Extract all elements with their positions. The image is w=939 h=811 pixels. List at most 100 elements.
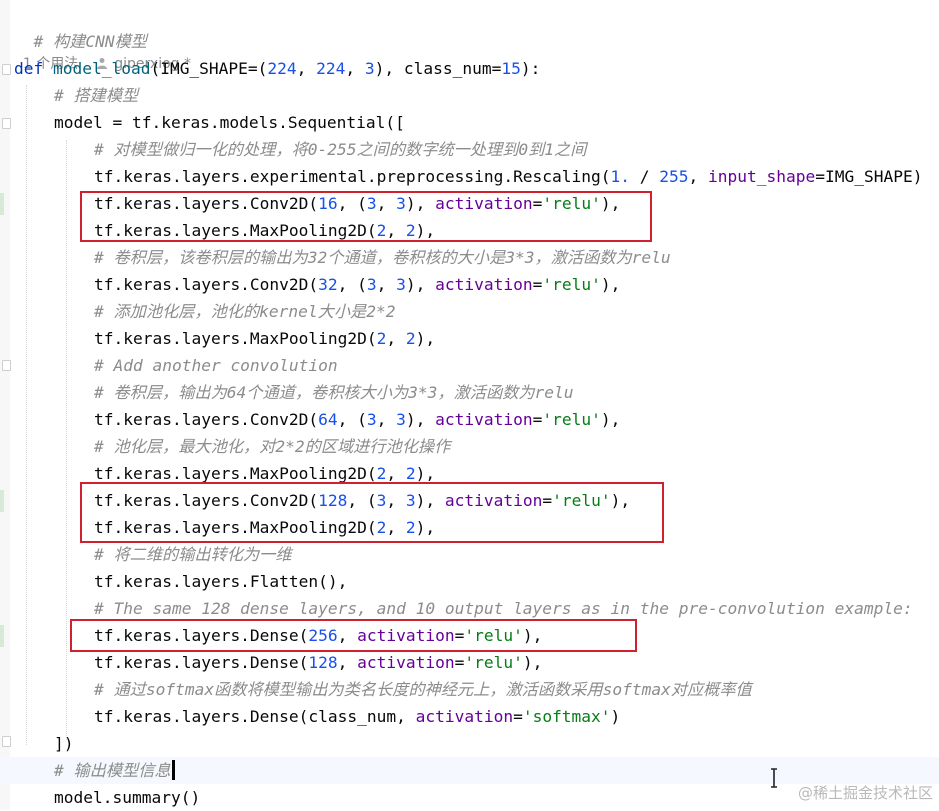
indent-guide: [66, 140, 68, 740]
code-token: /: [630, 167, 660, 186]
kwarg-token: activation: [415, 707, 514, 726]
number-token: 64: [318, 410, 338, 429]
code-token: ),: [405, 410, 436, 429]
code-token: ,: [376, 410, 397, 429]
highlight-box-dense256: [70, 619, 637, 652]
code-text[interactable]: tf.keras.layers.Conv2D(64, (3, 3), activ…: [94, 406, 620, 433]
code-text[interactable]: # 将二维的输出转化为一维: [94, 541, 292, 568]
code-text[interactable]: tf.keras.layers.Conv2D(32, (3, 3), activ…: [94, 271, 620, 298]
comment-token: # Add another convolution: [94, 356, 338, 375]
number-token: 3: [364, 59, 375, 78]
code-vision-usage[interactable]: 1 个用法 giperxiog *: [14, 31, 191, 72]
code-token: ), class_num=: [374, 59, 502, 78]
number-token: 128: [308, 653, 338, 672]
fold-marker-icon[interactable]: [2, 360, 11, 371]
code-token: ),: [415, 464, 436, 483]
kwarg-token: activation: [357, 653, 455, 672]
code-text[interactable]: tf.keras.layers.Flatten(),: [94, 568, 347, 595]
code-text[interactable]: tf.keras.layers.Dense(128, activation='r…: [94, 649, 542, 676]
code-token: ),: [600, 275, 621, 294]
text-cursor-icon: [771, 768, 777, 788]
number-token: 2: [376, 329, 387, 348]
code-token: model.summary(): [54, 788, 201, 807]
code-token: ): [610, 707, 621, 726]
code-token: tf.keras.layers.experimental.preprocessi…: [94, 167, 611, 186]
code-token: tf.keras.layers.Flatten(),: [94, 572, 348, 591]
header-comment: # 构建CNN模型: [14, 1, 147, 51]
change-marker: [0, 625, 4, 647]
number-token: 2: [405, 464, 416, 483]
code-text[interactable]: # 对模型做归一化的处理，将0-255之间的数字统一处理到0到1之间: [94, 136, 586, 163]
kwarg-token: activation: [435, 275, 533, 294]
text-caret: [171, 760, 175, 780]
code-token: =IMG_SHAPE): [815, 167, 923, 186]
code-token: ,: [345, 59, 365, 78]
number-token: 3: [396, 275, 406, 294]
code-text[interactable]: # The same 128 dense layers, and 10 outp…: [94, 595, 913, 622]
fold-marker-icon[interactable]: [2, 64, 11, 75]
code-text[interactable]: # 卷积层，该卷积层的输出为32个通道，卷积核的大小是3*3，激活函数为relu: [94, 244, 671, 271]
number-token: 32: [318, 275, 338, 294]
comment-token: # 搭建模型: [54, 86, 139, 105]
code-text[interactable]: def model_load(IMG_SHAPE=(224, 224, 3), …: [14, 55, 540, 82]
code-token: (IMG_SHAPE=(: [150, 59, 268, 78]
code-token: ):: [520, 59, 541, 78]
change-marker: [0, 193, 4, 215]
comment-line[interactable]: # 输出模型信息: [0, 757, 939, 784]
code-token: model = tf.keras.models.Sequential([: [54, 113, 405, 132]
comment-token: # 池化层，最大池化，对2*2的区域进行池化操作: [94, 437, 451, 456]
comment-token: # 将二维的输出转化为一维: [94, 545, 292, 564]
string-token: 'relu': [464, 653, 523, 672]
code-token: tf.keras.layers.Conv2D(: [94, 275, 319, 294]
code-token: tf.keras.layers.Dense(: [94, 653, 309, 672]
code-text[interactable]: tf.keras.layers.Dense(class_num, activat…: [94, 703, 620, 730]
change-marker: [0, 490, 4, 512]
code-text[interactable]: tf.keras.layers.MaxPooling2D(2, 2),: [94, 325, 435, 352]
keyword-token: def: [14, 59, 53, 78]
code-text[interactable]: # 搭建模型: [54, 82, 138, 109]
string-token: 'relu': [542, 410, 601, 429]
comment-token: # 输出模型信息: [54, 761, 171, 780]
fold-marker-icon[interactable]: [2, 118, 11, 129]
code-token: ),: [600, 410, 621, 429]
code-text[interactable]: ]): [54, 730, 74, 757]
code-token: tf.keras.layers.MaxPooling2D(: [94, 329, 377, 348]
comment-token: # 添加池化层，池化的kernel大小是2*2: [94, 302, 396, 321]
code-token: ]): [54, 734, 74, 753]
code-token: =: [532, 410, 543, 429]
number-token: 3: [366, 275, 377, 294]
code-token: ),: [405, 275, 436, 294]
code-token: tf.keras.layers.Conv2D(: [94, 410, 319, 429]
code-token: , (: [337, 275, 367, 294]
code-token: ),: [522, 653, 543, 672]
code-text[interactable]: model.summary(): [54, 784, 200, 811]
number-token: 224: [316, 59, 346, 78]
code-text[interactable]: # Add another convolution: [94, 352, 338, 379]
string-token: 'softmax': [522, 707, 611, 726]
code-token: ),: [415, 329, 436, 348]
kwarg-token: input_shape: [708, 167, 816, 186]
comment-token: # 对模型做归一化的处理，将0-255之间的数字统一处理到0到1之间: [94, 140, 587, 159]
number-token: 15: [501, 59, 521, 78]
comment-token: # 卷积层，输出为64个通道，卷积核大小为3*3，激活函数为relu: [94, 383, 574, 402]
comment-token: # The same 128 dense layers, and 10 outp…: [94, 599, 913, 618]
kwarg-token: activation: [435, 410, 533, 429]
number-token: 2: [376, 464, 387, 483]
code-text[interactable]: # 输出模型信息: [54, 757, 175, 784]
code-text[interactable]: # 通过softmax函数将模型输出为类名长度的神经元上，激活函数采用softm…: [94, 676, 752, 703]
fold-marker-icon[interactable]: [2, 736, 11, 747]
highlight-box-conv128: [80, 482, 664, 543]
string-token: 'relu': [542, 275, 601, 294]
code-text[interactable]: # 卷积层，输出为64个通道，卷积核大小为3*3，激活函数为relu: [94, 379, 574, 406]
code-text[interactable]: tf.keras.layers.experimental.preprocessi…: [94, 163, 922, 190]
comment-token: # 通过softmax函数将模型输出为类名长度的神经元上，激活函数采用softm…: [94, 680, 752, 699]
code-text[interactable]: # 池化层，最大池化，对2*2的区域进行池化操作: [94, 433, 450, 460]
function-name-token: model_load: [52, 59, 151, 78]
code-token: =: [513, 707, 523, 726]
comment-token: # 卷积层，该卷积层的输出为32个通道，卷积核的大小是3*3，激活函数为relu: [94, 248, 671, 267]
code-text[interactable]: # 添加池化层，池化的kernel大小是2*2: [94, 298, 395, 325]
number-token: 3: [366, 410, 377, 429]
code-token: ,: [688, 167, 709, 186]
code-text[interactable]: model = tf.keras.models.Sequential([: [54, 109, 405, 136]
code-token: ,: [296, 59, 317, 78]
